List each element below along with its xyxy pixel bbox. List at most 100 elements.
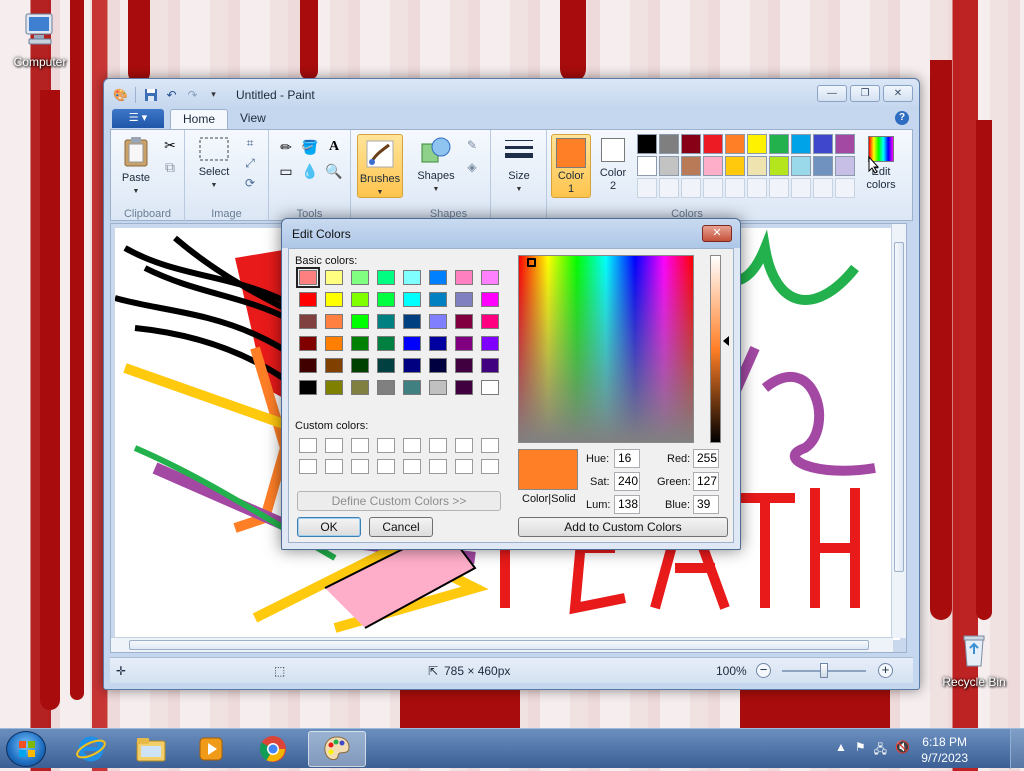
brushes-button[interactable]: Brushes ▼	[357, 134, 403, 198]
palette-swatch-empty[interactable]	[637, 178, 657, 198]
taskbar-chrome[interactable]	[246, 731, 300, 767]
basic-color-swatch[interactable]	[351, 314, 369, 329]
palette-swatch[interactable]	[637, 134, 657, 154]
maximize-button[interactable]: ❐	[850, 85, 880, 102]
save-icon[interactable]	[142, 86, 159, 103]
color-spectrum[interactable]	[518, 255, 694, 443]
color-picker-icon[interactable]: 💧	[299, 160, 321, 182]
show-desktop-button[interactable]	[1010, 729, 1024, 769]
taskbar-clock[interactable]: 6:18 PM 9/7/2023	[921, 734, 968, 766]
close-button[interactable]: ✕	[883, 85, 913, 102]
select-button[interactable]: Select ▼	[191, 136, 237, 192]
palette-swatch-empty[interactable]	[835, 178, 855, 198]
action-center-flag-icon[interactable]: ⚑	[855, 740, 866, 761]
basic-color-swatch[interactable]	[325, 314, 343, 329]
custom-color-swatch[interactable]	[325, 459, 343, 474]
palette-swatch[interactable]	[791, 156, 811, 176]
palette-swatch[interactable]	[835, 134, 855, 154]
basic-color-swatch[interactable]	[351, 380, 369, 395]
green-field[interactable]: 127	[693, 472, 719, 491]
taskbar-media-player[interactable]	[184, 731, 238, 767]
start-button[interactable]	[6, 731, 46, 767]
taskbar-file-explorer[interactable]	[124, 731, 178, 767]
basic-color-swatch[interactable]	[481, 270, 499, 285]
basic-color-swatch[interactable]	[299, 380, 317, 395]
basic-color-swatch[interactable]	[299, 358, 317, 373]
basic-color-swatch[interactable]	[377, 292, 395, 307]
luminance-bar[interactable]	[710, 255, 721, 443]
custom-color-swatch[interactable]	[299, 459, 317, 474]
custom-color-swatch[interactable]	[351, 438, 369, 453]
sat-field[interactable]: 240	[614, 472, 640, 491]
fill-icon[interactable]: 🪣	[299, 136, 321, 158]
red-field[interactable]: 255	[693, 449, 719, 468]
basic-color-swatch[interactable]	[403, 336, 421, 351]
redo-icon[interactable]: ↷	[184, 86, 201, 103]
basic-color-swatch[interactable]	[481, 358, 499, 373]
help-icon[interactable]: ?	[895, 111, 909, 125]
tab-home[interactable]: Home	[170, 109, 229, 129]
palette-swatch-empty[interactable]	[659, 178, 679, 198]
tab-view[interactable]: View	[228, 109, 278, 129]
palette-swatch[interactable]	[725, 156, 745, 176]
custom-color-swatch[interactable]	[299, 438, 317, 453]
taskbar-paint[interactable]	[308, 731, 366, 767]
palette-swatch-empty[interactable]	[703, 178, 723, 198]
custom-color-swatch[interactable]	[481, 438, 499, 453]
palette-swatch[interactable]	[659, 134, 679, 154]
taskbar-internet-explorer[interactable]	[64, 731, 118, 767]
magnifier-icon[interactable]: 🔍	[323, 160, 345, 182]
palette-swatch[interactable]	[835, 156, 855, 176]
basic-color-swatch[interactable]	[351, 336, 369, 351]
zoom-slider-thumb[interactable]	[820, 663, 828, 678]
zoom-out-button[interactable]: −	[756, 663, 771, 678]
color1-button[interactable]: Color 1	[551, 134, 591, 198]
outline-icon[interactable]: ✎	[461, 134, 483, 156]
custom-color-swatch[interactable]	[351, 459, 369, 474]
text-icon[interactable]: A	[323, 136, 345, 158]
paint-app-icon[interactable]: 🎨	[112, 86, 129, 103]
palette-swatch[interactable]	[681, 156, 701, 176]
palette-swatch-empty[interactable]	[747, 178, 767, 198]
palette-swatch-empty[interactable]	[813, 178, 833, 198]
palette-swatch-empty[interactable]	[725, 178, 745, 198]
custom-color-swatch[interactable]	[377, 438, 395, 453]
custom-color-swatch[interactable]	[455, 438, 473, 453]
hue-field[interactable]: 16	[614, 449, 640, 468]
basic-color-swatch[interactable]	[299, 314, 317, 329]
custom-color-swatch[interactable]	[403, 459, 421, 474]
palette-swatch[interactable]	[813, 134, 833, 154]
palette-swatch[interactable]	[747, 156, 767, 176]
basic-color-swatch[interactable]	[325, 270, 343, 285]
basic-color-swatch[interactable]	[325, 358, 343, 373]
palette-swatch[interactable]	[769, 134, 789, 154]
vertical-scroll-thumb[interactable]	[894, 242, 904, 572]
palette-swatch[interactable]	[813, 156, 833, 176]
custom-color-swatch[interactable]	[481, 459, 499, 474]
palette-swatch[interactable]	[725, 134, 745, 154]
basic-color-swatch[interactable]	[299, 336, 317, 351]
basic-color-swatch[interactable]	[429, 380, 447, 395]
palette-swatch[interactable]	[791, 134, 811, 154]
shapes-button[interactable]: Shapes ▼	[413, 136, 459, 196]
basic-color-swatch[interactable]	[481, 292, 499, 307]
eraser-icon[interactable]: ▭	[275, 160, 297, 182]
basic-color-swatch[interactable]	[377, 380, 395, 395]
basic-color-swatch[interactable]	[299, 292, 317, 307]
fill-shape-icon[interactable]: ◈	[461, 156, 483, 178]
vertical-scrollbar[interactable]	[891, 224, 906, 638]
network-icon[interactable]: 🖧	[874, 740, 887, 761]
palette-swatch[interactable]	[747, 134, 767, 154]
basic-color-swatch[interactable]	[455, 380, 473, 395]
color2-button[interactable]: Color 2	[595, 136, 631, 193]
palette-swatch[interactable]	[769, 156, 789, 176]
palette-swatch-empty[interactable]	[791, 178, 811, 198]
basic-color-swatch[interactable]	[296, 267, 320, 288]
basic-color-swatch[interactable]	[377, 358, 395, 373]
basic-color-swatch[interactable]	[377, 270, 395, 285]
basic-color-swatch[interactable]	[377, 314, 395, 329]
basic-color-swatch[interactable]	[429, 358, 447, 373]
dialog-close-button[interactable]: ✕	[702, 225, 732, 242]
paint-menu-button[interactable]: ☰ ▾	[112, 109, 164, 128]
customize-qat-icon[interactable]: ▾	[205, 86, 222, 103]
